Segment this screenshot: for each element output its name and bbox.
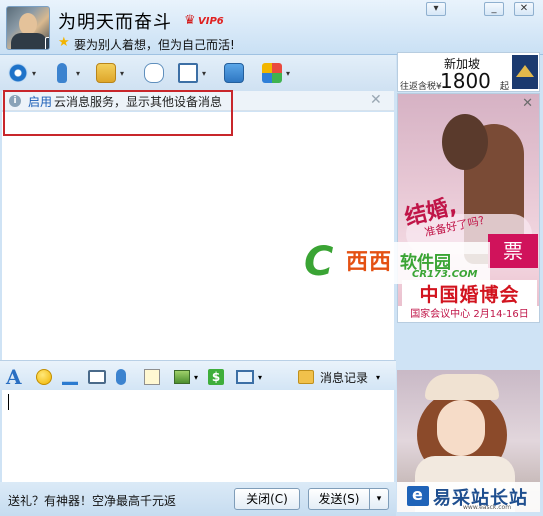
share-icon bbox=[224, 63, 244, 83]
monitor-icon bbox=[178, 63, 198, 83]
chevron-down-icon: ▾ bbox=[202, 68, 207, 78]
ad-price: 1800 bbox=[440, 69, 491, 93]
close-window-button[interactable]: ✕ bbox=[514, 2, 534, 16]
ad-ticket-label: 票 bbox=[488, 234, 538, 268]
remote-desktop-button[interactable]: ▾ bbox=[178, 61, 206, 85]
apps-button[interactable]: ▾ bbox=[262, 61, 290, 85]
chat-history-area[interactable] bbox=[2, 112, 394, 360]
fashion-ad[interactable]: 易采站长站 www.easck.com bbox=[397, 370, 540, 512]
chat-bubble-icon bbox=[144, 63, 164, 83]
chevron-down-icon: ▾ bbox=[376, 372, 381, 382]
mobile-status-icon bbox=[45, 37, 49, 49]
ad-price-prefix: 往返含税¥ bbox=[400, 82, 442, 92]
airline-ad-banner[interactable]: 新加坡 往返含税¥ 1800 起 bbox=[397, 52, 540, 93]
voice-message-button[interactable] bbox=[116, 367, 126, 387]
ad-figure bbox=[442, 114, 488, 170]
emoji-button[interactable] bbox=[36, 367, 52, 387]
apps-grid-icon bbox=[262, 63, 282, 83]
vip-badge[interactable]: ♛ VIP6 bbox=[184, 13, 224, 30]
minimize-button[interactable]: _ bbox=[484, 2, 504, 16]
voice-call-button[interactable]: ▾ bbox=[52, 61, 80, 85]
ad-hat bbox=[425, 374, 499, 400]
dollar-icon: $ bbox=[208, 369, 224, 385]
contact-avatar[interactable] bbox=[6, 6, 50, 50]
sailboat-icon bbox=[62, 369, 78, 385]
microphone-icon bbox=[116, 369, 126, 385]
video-clip-button[interactable] bbox=[88, 367, 106, 387]
crown-icon: ♛ bbox=[184, 13, 196, 28]
image-icon bbox=[174, 370, 190, 384]
video-call-button[interactable]: ▾ bbox=[8, 61, 36, 85]
site-logo-icon bbox=[407, 485, 429, 506]
chevron-down-icon: ▾ bbox=[76, 68, 81, 78]
chevron-down-icon: ▾ bbox=[258, 372, 263, 382]
chevron-down-icon: ▾ bbox=[32, 68, 37, 78]
vip-level-label: VIP6 bbox=[198, 16, 224, 27]
text-caret bbox=[8, 394, 9, 410]
transfer-file-button[interactable]: ▾ bbox=[96, 61, 124, 85]
smiley-icon bbox=[36, 369, 52, 385]
close-notice-icon[interactable]: ✕ bbox=[370, 92, 382, 108]
wedding-expo-ad[interactable]: ✕ 结婚, 准备好了吗? 票 中国婚博会 国家会议中心 2月14-16日 bbox=[397, 93, 540, 323]
gift-button[interactable]: $ bbox=[208, 367, 224, 387]
chat-header: 为明天而奋斗 ♛ VIP6 ★ 要为别人着想，但为自己而活! ▾ _ ✕ bbox=[0, 0, 543, 55]
shake-window-button[interactable] bbox=[62, 367, 78, 387]
chevron-down-icon: ▾ bbox=[194, 372, 199, 382]
screen-capture-icon bbox=[236, 370, 254, 384]
watermark-name: 西西 bbox=[346, 250, 393, 275]
screenshot-button[interactable]: ▾ bbox=[236, 367, 262, 387]
avatar-shirt bbox=[11, 33, 47, 49]
send-button[interactable]: 发送(S) bbox=[308, 488, 370, 510]
site-watermark: C 西西 软件园 CR173.COM bbox=[300, 239, 490, 285]
watermark-url: CR173.COM bbox=[412, 269, 478, 280]
airline-logo-icon bbox=[512, 55, 538, 89]
note-icon bbox=[144, 369, 160, 385]
message-history-button[interactable]: 消息记录 ▾ bbox=[298, 367, 380, 387]
film-icon bbox=[88, 370, 106, 384]
send-image-button[interactable]: ▾ bbox=[174, 367, 198, 387]
handwriting-button[interactable] bbox=[144, 367, 160, 387]
close-ad-icon[interactable]: ✕ bbox=[522, 96, 533, 111]
message-input[interactable] bbox=[2, 390, 394, 482]
font-button[interactable]: A bbox=[6, 367, 22, 387]
send-options-dropdown[interactable]: ▾ bbox=[369, 488, 389, 510]
window-menu-button[interactable]: ▾ bbox=[426, 2, 446, 16]
contact-nickname[interactable]: 为明天而奋斗 bbox=[58, 8, 172, 34]
ad-figure bbox=[437, 400, 485, 456]
close-button[interactable]: 关闭(C) bbox=[234, 488, 300, 510]
site-logo-overlay: 易采站长站 www.easck.com bbox=[397, 482, 540, 512]
highlight-frame bbox=[3, 90, 233, 136]
webcam-icon bbox=[8, 63, 28, 83]
chat-toolbar: ▾ ▾ ▾ ▾ ▾ bbox=[0, 55, 396, 91]
multi-chat-button[interactable] bbox=[144, 61, 164, 85]
avatar-face bbox=[19, 13, 37, 35]
folder-icon bbox=[96, 63, 116, 83]
microphone-icon bbox=[57, 63, 67, 83]
chevron-down-icon: ▾ bbox=[286, 68, 291, 78]
history-icon bbox=[298, 370, 314, 384]
ad-price-suffix: 起 bbox=[500, 82, 510, 92]
watermark-logo-icon: C bbox=[304, 239, 334, 285]
input-toolbar: A ▾ $ ▾ 消息记录 ▾ bbox=[0, 360, 396, 390]
message-history-label: 消息记录 bbox=[320, 370, 369, 385]
ad-expo-title: 中国婚博会 bbox=[402, 280, 537, 307]
star-icon: ★ bbox=[58, 35, 70, 50]
contact-signature: 要为别人着想，但为自己而活! bbox=[74, 38, 235, 52]
share-screen-button[interactable] bbox=[224, 61, 244, 85]
promo-link[interactable]: 送礼？有神器！空净最高千元返 bbox=[8, 492, 176, 509]
site-url: www.easck.com bbox=[463, 504, 512, 511]
chevron-down-icon: ▾ bbox=[120, 68, 125, 78]
font-icon: A bbox=[6, 365, 22, 389]
ad-venue: 国家会议中心 2月14-16日 bbox=[398, 306, 539, 322]
bottom-bar: 送礼？有神器！空净最高千元返 关闭(C) 发送(S) ▾ bbox=[0, 482, 396, 516]
